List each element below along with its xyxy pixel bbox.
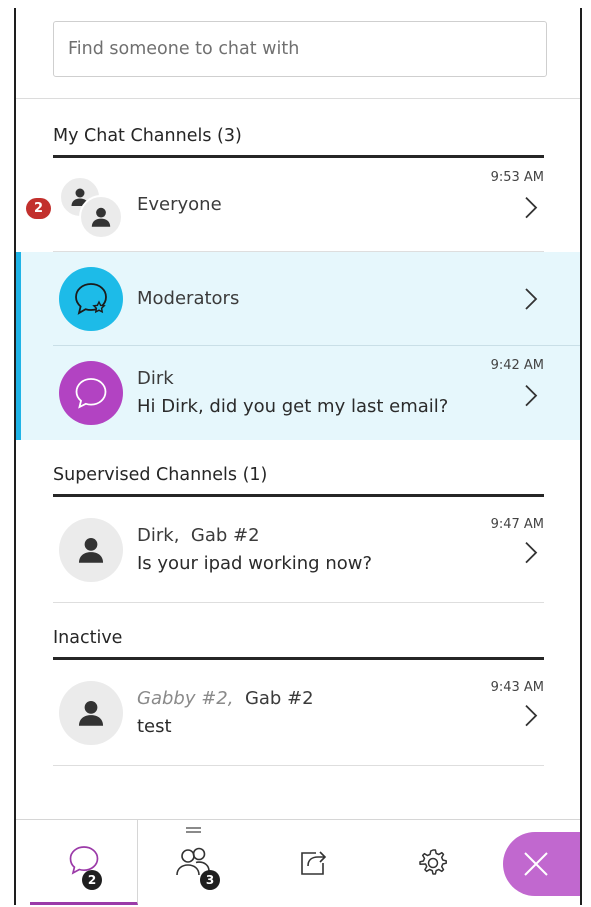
tab-participants[interactable]: 3 xyxy=(140,820,246,905)
chevron-right-icon xyxy=(525,288,538,310)
channel-name: Gabby #2, Gab #2 xyxy=(137,685,520,713)
section-inactive: Inactive xyxy=(53,603,544,660)
channel-name: Everyone xyxy=(137,194,222,215)
section-title: Inactive xyxy=(53,628,123,648)
chat-bubble-icon xyxy=(75,378,107,409)
row-text: Dirk, Gab #2 Is your ipad working now? xyxy=(137,522,520,578)
message-preview: test xyxy=(137,716,172,737)
bottom-tab-bar: 2 3 xyxy=(16,819,580,905)
channel-time: 9:42 AM xyxy=(490,358,544,373)
moderators-avatar xyxy=(59,267,123,331)
row-text: Moderators xyxy=(137,285,520,313)
channel-name: Dirk xyxy=(137,368,174,389)
row-divider xyxy=(53,602,544,603)
chevron-right-icon xyxy=(525,196,538,219)
person-icon xyxy=(78,700,104,726)
participants-badge: 3 xyxy=(200,870,220,890)
dirk-avatar xyxy=(59,361,123,425)
chevron-right-icon xyxy=(525,704,538,727)
channel-row-moderators[interactable]: Moderators xyxy=(16,252,580,346)
unread-badge: 2 xyxy=(26,198,51,219)
participant-name: Gab #2 xyxy=(244,688,314,709)
section-supervised-channels: Supervised Channels (1) xyxy=(53,440,544,497)
person-icon xyxy=(79,195,123,239)
close-icon xyxy=(524,852,548,876)
chat-badge: 2 xyxy=(82,870,102,890)
chevron-right-icon xyxy=(525,384,538,407)
tab-settings[interactable] xyxy=(380,820,486,905)
row-divider xyxy=(53,765,544,766)
chevron-right-icon xyxy=(525,541,538,564)
message-preview: Hi Dirk, did you get my last email? xyxy=(137,396,449,417)
channel-name: Moderators xyxy=(137,288,240,309)
channel-row-everyone[interactable]: 2 Everyone 9:53 AM xyxy=(16,158,580,252)
participant-name: Dirk xyxy=(137,525,174,546)
tab-chat[interactable]: 2 xyxy=(30,820,138,905)
tab-share[interactable] xyxy=(260,820,366,905)
channel-row-inactive[interactable]: Gabby #2, Gab #2 test 9:43 AM xyxy=(16,660,580,766)
row-text: Gabby #2, Gab #2 test xyxy=(137,685,520,741)
section-title: Supervised Channels (1) xyxy=(53,465,268,485)
channel-time: 9:53 AM xyxy=(490,170,544,185)
row-text: Dirk Hi Dirk, did you get my last email? xyxy=(137,365,520,421)
gear-icon xyxy=(419,848,447,875)
close-panel-button[interactable] xyxy=(503,832,580,896)
group-avatar xyxy=(59,176,125,242)
channel-row-supervised[interactable]: Dirk, Gab #2 Is your ipad working now? 9… xyxy=(16,497,580,603)
message-preview: Is your ipad working now? xyxy=(137,553,373,574)
name-separator: , xyxy=(227,688,234,709)
search-input[interactable] xyxy=(53,21,547,77)
chat-bubble-star-icon xyxy=(75,283,107,315)
person-icon xyxy=(78,537,104,563)
participant-name: Gabby #2 xyxy=(137,688,228,709)
participant-name: Gab #2 xyxy=(190,525,260,546)
search-area xyxy=(16,8,580,99)
channel-name: Dirk, Gab #2 xyxy=(137,522,520,550)
name-separator: , xyxy=(173,525,180,546)
section-my-chat-channels: My Chat Channels (3) xyxy=(53,99,544,158)
row-text: Everyone xyxy=(137,191,520,219)
channel-row-dirk[interactable]: Dirk Hi Dirk, did you get my last email?… xyxy=(16,346,580,440)
share-icon xyxy=(301,850,327,875)
person-avatar xyxy=(59,681,123,745)
channel-time: 9:43 AM xyxy=(490,680,544,695)
channel-time: 9:47 AM xyxy=(490,517,544,532)
chat-panel: My Chat Channels (3) 2 Everyone 9:53 AM … xyxy=(14,8,582,905)
person-avatar xyxy=(59,518,123,582)
section-title: My Chat Channels (3) xyxy=(53,126,242,146)
